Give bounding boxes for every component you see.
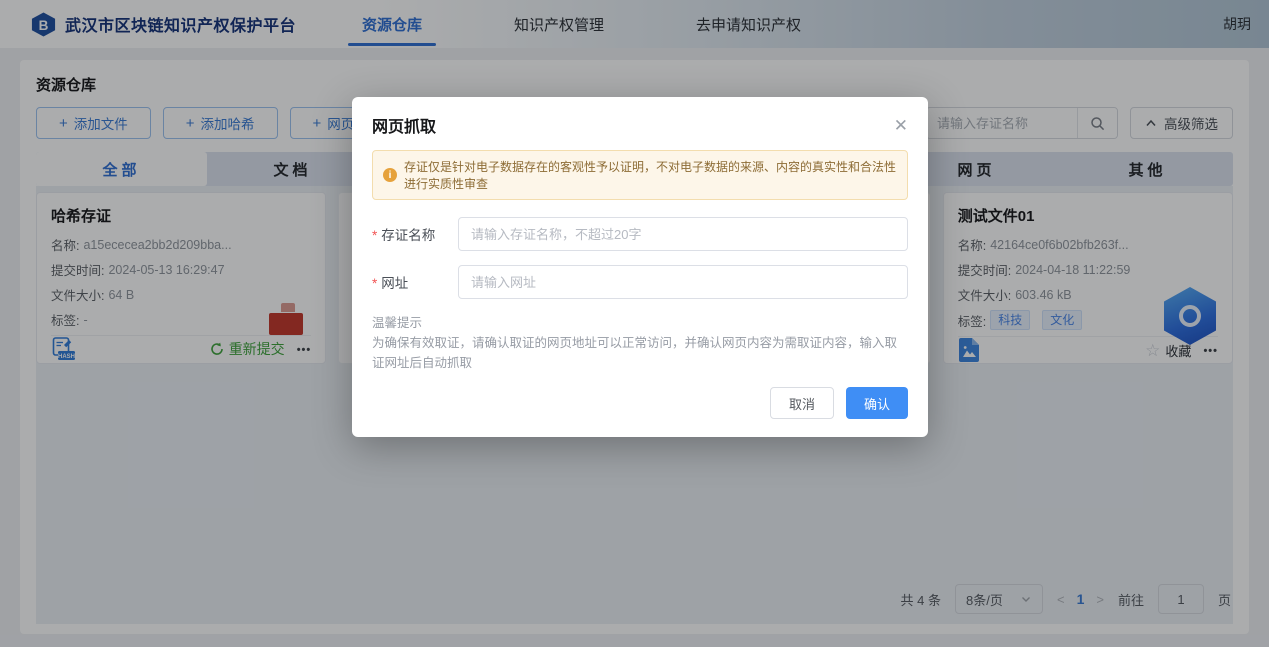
- modal-header: 网页抓取: [372, 113, 908, 137]
- tip-body: 为确保有效取证，请确认取证的网页地址可以正常访问，并确认网页内容为需取证内容，输…: [372, 333, 908, 373]
- modal-footer: 取消 确认: [372, 387, 908, 419]
- info-icon: [383, 168, 397, 182]
- warning-alert: 存证仅是针对电子数据存在的客观性予以证明，不对电子数据的来源、内容的真实性和合法…: [372, 150, 908, 200]
- evidence-name-input[interactable]: [458, 217, 908, 251]
- close-icon[interactable]: [894, 117, 908, 134]
- form-row-url: 网址: [372, 265, 908, 299]
- alert-text: 存证仅是针对电子数据存在的客观性予以证明，不对电子数据的来源、内容的真实性和合法…: [404, 158, 897, 192]
- url-input[interactable]: [458, 265, 908, 299]
- confirm-button[interactable]: 确认: [846, 387, 908, 419]
- modal-title: 网页抓取: [372, 113, 436, 137]
- tip-title: 温馨提示: [372, 313, 908, 333]
- capture-form: 存证名称 网址: [372, 217, 908, 299]
- webpage-capture-dialog: 网页抓取 存证仅是针对电子数据存在的客观性予以证明，不对电子数据的来源、内容的真…: [352, 97, 928, 437]
- field-label-name: 存证名称: [372, 224, 458, 244]
- cancel-button[interactable]: 取消: [770, 387, 834, 419]
- field-label-url: 网址: [372, 272, 458, 292]
- form-row-name: 存证名称: [372, 217, 908, 251]
- tip-block: 温馨提示 为确保有效取证，请确认取证的网页地址可以正常访问，并确认网页内容为需取…: [372, 313, 908, 373]
